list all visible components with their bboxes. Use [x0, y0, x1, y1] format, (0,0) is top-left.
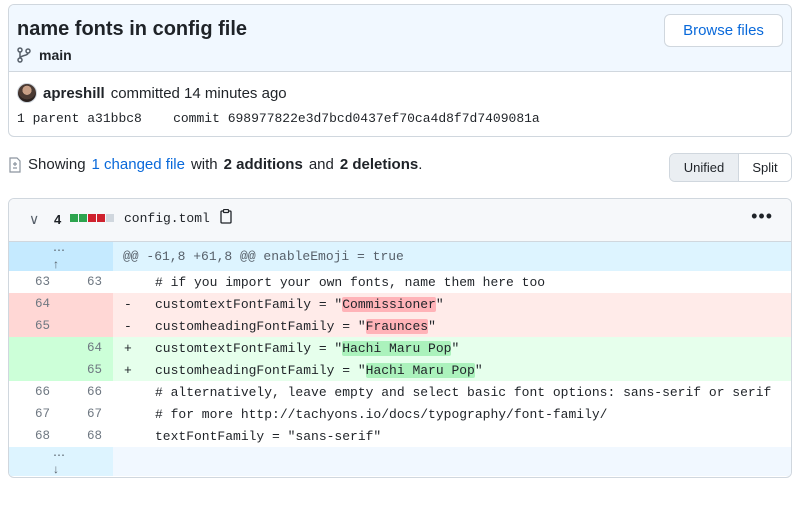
code-text-end: " — [451, 340, 460, 356]
commit-label: commit — [173, 111, 220, 126]
diff-view-toggle: Unified Split — [669, 153, 792, 182]
diff-sign: + — [124, 362, 132, 378]
old-line-number[interactable]: 67 — [9, 407, 50, 421]
parent-label: 1 parent — [17, 111, 80, 126]
diff-line: 63 63 # if you import your own fonts, name… — [9, 271, 791, 293]
avatar[interactable] — [17, 83, 37, 103]
new-line-number[interactable]: 65 — [61, 363, 102, 377]
diff-line: 64 + customtextFontFamily = "Hachi Maru Po… — [9, 337, 791, 359]
diff-line: 66 66 # alternatively, leave empty and sel… — [9, 381, 791, 403]
code-text: customtextFontFamily = " — [155, 340, 343, 356]
parent-sha-link[interactable]: a31bbc8 — [87, 111, 142, 126]
code-text: textFontFamily = "sans-serif" — [155, 428, 382, 444]
diff-sign: - — [124, 296, 132, 312]
diffstat-del — [97, 214, 105, 222]
commit-title: name fonts in config file — [17, 18, 248, 40]
code-text-end: " — [435, 296, 444, 312]
code-text: customheadingFontFamily = " — [155, 362, 366, 378]
copy-clipboard-icon[interactable] — [220, 208, 232, 227]
changed-word: Hachi Maru Pop — [342, 340, 452, 356]
diffstat-add — [79, 214, 87, 222]
code-line: customtextFontFamily = "Hachi Maru Pop" — [155, 340, 460, 356]
with-text: with — [190, 156, 218, 173]
code-text: # if you import your own fonts, name the… — [155, 274, 546, 290]
split-view-button[interactable]: Split — [739, 154, 791, 181]
author-row: apreshill committed 14 minutes ago — [17, 83, 287, 103]
code-text: # for more http://tachyons.io/docs/typog… — [155, 406, 608, 422]
showing-text: Showing — [28, 156, 86, 173]
code-line: # for more http://tachyons.io/docs/typog… — [155, 407, 607, 422]
hunk-header-row: ⋯ ↑ @@ -61,8 +61,8 @@ enableEmoji = true — [9, 242, 791, 271]
expand-down-icon[interactable]: ⋯ ↓ — [53, 448, 65, 476]
changed-word: Fraunces — [365, 318, 429, 334]
diff-line: 65 + customheadingFontFamily = "Hachi Maru… — [9, 359, 791, 381]
chevron-down-icon[interactable]: ∨ — [29, 211, 39, 228]
new-line-number[interactable]: 63 — [61, 275, 102, 289]
diffstat-add — [70, 214, 78, 222]
file-diff: ∨ 4 config.toml ••• ⋯ ↑ @@ -61,8 +61,8 @@… — [8, 198, 792, 478]
more-options-icon[interactable]: ••• — [751, 206, 773, 227]
file-name[interactable]: config.toml — [124, 211, 210, 226]
code-text-end: " — [474, 362, 483, 378]
code-text: customheadingFontFamily = " — [155, 318, 366, 334]
diff-summary: Showing 1 changed file with 2 additions … — [8, 156, 422, 173]
changed-word: Hachi Maru Pop — [365, 362, 475, 378]
diffstat-bar — [70, 214, 114, 222]
code-line: textFontFamily = "sans-serif" — [155, 429, 381, 444]
and-text: and — [308, 156, 334, 173]
code-line: customheadingFontFamily = "Hachi Maru Po… — [155, 362, 483, 378]
new-line-number[interactable]: 66 — [61, 385, 102, 399]
old-line-number[interactable]: 65 — [9, 319, 50, 333]
diff-line: 64 - customtextFontFamily = "Commissioner" — [9, 293, 791, 315]
deletions-count: 2 deletions — [339, 156, 419, 173]
diff-line: 65 - customheadingFontFamily = "Fraunces" — [9, 315, 791, 337]
diff-line-count: 4 — [54, 212, 62, 227]
code-text-end: " — [428, 318, 436, 334]
commit-sha: 698977822e3d7bcd0437ef70ca4d8f7d7409081a — [227, 111, 540, 126]
diff-rows: ⋯ ↑ @@ -61,8 +61,8 @@ enableEmoji = true … — [9, 242, 791, 476]
code-line: customtextFontFamily = "Commissioner" — [155, 296, 444, 312]
old-line-number[interactable]: 66 — [9, 385, 50, 399]
new-line-number[interactable]: 68 — [61, 429, 102, 443]
diff-line: 67 67 # for more http://tachyons.io/docs/t… — [9, 403, 791, 425]
unified-view-button[interactable]: Unified — [670, 154, 739, 181]
code-text: customtextFontFamily = " — [155, 296, 343, 312]
commit-header: name fonts in config file main Browse fi… — [8, 4, 792, 137]
old-line-number[interactable]: 63 — [9, 275, 50, 289]
new-line-number[interactable]: 67 — [61, 407, 102, 421]
diff-sign: - — [124, 318, 132, 334]
code-line: # if you import your own fonts, name the… — [155, 275, 545, 290]
code-line: customheadingFontFamily = "Fraunces" — [155, 318, 436, 334]
old-line-number[interactable]: 64 — [9, 297, 50, 311]
branch-indicator[interactable]: main — [17, 47, 72, 63]
new-line-number[interactable]: 64 — [61, 341, 102, 355]
diffstat-del — [88, 214, 96, 222]
changed-files-link[interactable]: 1 changed file — [92, 156, 185, 173]
branch-name: main — [39, 47, 72, 63]
git-branch-icon — [17, 47, 31, 63]
expand-up-icon[interactable]: ⋯ ↑ — [53, 243, 65, 271]
code-text: # alternatively, leave empty and select … — [155, 384, 772, 400]
commit-title-bar: name fonts in config file main Browse fi… — [9, 5, 791, 72]
old-line-number[interactable]: 68 — [9, 429, 50, 443]
commit-action-text: committed 14 minutes ago — [110, 84, 287, 102]
expand-footer-row: ⋯ ↓ — [9, 447, 791, 476]
period-text: . — [418, 156, 423, 173]
diffstat-neutral — [106, 214, 114, 222]
changed-word: Commissioner — [342, 296, 436, 312]
hunk-header: @@ -61,8 +61,8 @@ enableEmoji = true — [123, 249, 404, 264]
file-diff-icon — [9, 156, 21, 173]
file-header: ∨ 4 config.toml ••• — [9, 199, 791, 242]
code-line: # alternatively, leave empty and select … — [155, 385, 771, 400]
author-name[interactable]: apreshill — [43, 85, 105, 102]
diff-line: 68 68 textFontFamily = "sans-serif" — [9, 425, 791, 447]
commit-meta: 1 parent a31bbc8 commit 698977822e3d7bcd… — [17, 111, 540, 126]
diff-sign: + — [124, 340, 132, 356]
browse-files-button[interactable]: Browse files — [664, 14, 783, 47]
additions-count: 2 additions — [223, 156, 303, 173]
